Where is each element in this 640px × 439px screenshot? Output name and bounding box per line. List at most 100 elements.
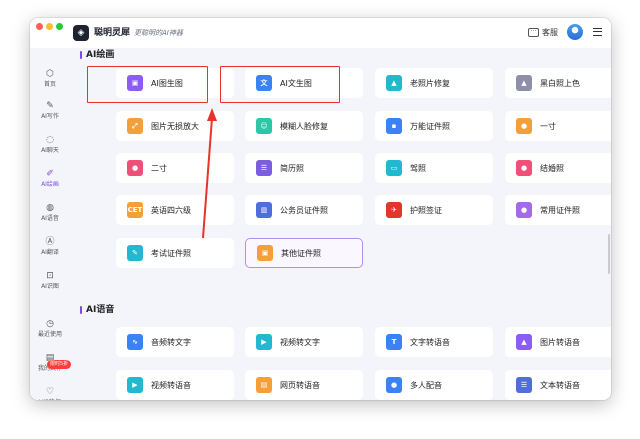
feature-card[interactable]: CET 英语四六级 xyxy=(116,195,234,225)
feature-card[interactable]: ⤢ 图片无损放大 xyxy=(116,111,234,141)
sidebar-item-icon: ✐ xyxy=(46,169,54,179)
feature-icon: ▶ xyxy=(127,377,143,393)
feature-icon: ▭ xyxy=(386,160,402,176)
feature-label: 模糊人脸修复 xyxy=(280,121,328,131)
feature-card[interactable]: ☰ 文本转语音 xyxy=(505,370,611,400)
feature-label: 结婚照 xyxy=(540,163,564,173)
feature-card[interactable]: ▤ 网页转语音 xyxy=(245,370,363,400)
feature-icon: T xyxy=(386,334,402,350)
feature-card[interactable]: ● 常用证件照 xyxy=(505,195,611,225)
feature-label: 多人配音 xyxy=(410,380,442,390)
feature-icon: ▶ xyxy=(256,334,272,350)
feature-icon: ● xyxy=(386,377,402,393)
feature-card[interactable]: ✎ 考试证件照 xyxy=(116,238,234,268)
menu-icon[interactable] xyxy=(593,28,602,36)
sidebar-item-label: 首页 xyxy=(43,81,56,88)
sidebar-item-label: AI翻译 xyxy=(41,249,59,256)
sidebar-item-icon: ◌ xyxy=(46,135,54,145)
feature-label: 公务员证件照 xyxy=(280,205,328,215)
feature-icon: ● xyxy=(516,118,532,134)
feature-card[interactable]: ▪ 万能证件照 xyxy=(375,111,493,141)
feature-card[interactable]: ✈ 护照签证 xyxy=(375,195,493,225)
annotation-box-ai-text2img xyxy=(220,66,340,103)
sidebar-item-0[interactable]: ⬡ 首页 xyxy=(32,68,68,98)
chat-bubble-icon: ··· xyxy=(528,27,539,37)
feature-card[interactable]: ▶ 视频转文字 xyxy=(245,327,363,357)
sidebar-item-icon: ◷ xyxy=(46,319,54,329)
sidebar-item-5[interactable]: Ⓐ AI翻译 xyxy=(32,236,68,266)
feature-icon: ▲ xyxy=(516,75,532,91)
feature-label: 老照片修复 xyxy=(410,78,450,88)
feature-card[interactable]: ▲ 图片转语音 xyxy=(505,327,611,357)
feature-label: 视频转语音 xyxy=(151,380,191,390)
app-slogan: 更聪明的AI神器 xyxy=(134,29,183,37)
sidebar-item-label: AI写作 xyxy=(41,113,59,120)
sidebar-item-label: 最近使用 xyxy=(37,331,62,338)
close-window-button[interactable] xyxy=(36,23,43,30)
feature-card[interactable]: ● 多人配音 xyxy=(375,370,493,400)
customer-service-label: 客服 xyxy=(542,27,558,37)
sidebar-item-4[interactable]: ◍ AI语音 xyxy=(32,202,68,232)
sidebar-item-label: AI语音 xyxy=(41,215,59,222)
titlebar: ◈ 聪明灵犀 更聪明的AI神器 ··· 客服 xyxy=(30,18,611,48)
sidebar-item-label: AI识图 xyxy=(41,283,59,290)
feature-card[interactable]: ☰ 简历照 xyxy=(245,153,363,183)
sidebar-item-2[interactable]: ◌ AI聊天 xyxy=(32,134,68,164)
feature-card[interactable]: ▣ 其他证件照 xyxy=(245,238,363,268)
feature-label: 一寸 xyxy=(540,121,556,131)
feature-icon: ▥ xyxy=(256,202,272,218)
feature-card[interactable]: ▶ 视频转语音 xyxy=(116,370,234,400)
sidebar-item-label: AI聊天 xyxy=(41,147,59,154)
feature-card[interactable]: ● 二寸 xyxy=(116,153,234,183)
feature-label: 音频转文字 xyxy=(151,337,191,347)
sidebar-item-6[interactable]: ⊡ AI识图 xyxy=(32,270,68,300)
feature-card[interactable]: ▭ 驾照 xyxy=(375,153,493,183)
avatar[interactable] xyxy=(567,24,583,40)
feature-label: 简历照 xyxy=(280,163,304,173)
sidebar-item-3[interactable]: ✐ AI绘画 xyxy=(32,168,68,198)
feature-card[interactable]: ▥ 公务员证件照 xyxy=(245,195,363,225)
feature-card[interactable]: T 文字转语音 xyxy=(375,327,493,357)
feature-card[interactable]: ☺ 模糊人脸修复 xyxy=(245,111,363,141)
feature-icon: ☺ xyxy=(256,118,272,134)
feature-label: 护照签证 xyxy=(410,205,442,215)
feature-icon: ▤ xyxy=(256,377,272,393)
customer-service-button[interactable]: ··· 客服 xyxy=(528,24,558,40)
feature-icon: ✎ xyxy=(127,245,143,261)
feature-label: 英语四六级 xyxy=(151,205,191,215)
section-title: AI语音 xyxy=(79,305,115,315)
feature-icon: ▣ xyxy=(257,245,273,261)
feature-icon: ☰ xyxy=(256,160,272,176)
feature-icon: ● xyxy=(127,160,143,176)
sidebar-item-9[interactable]: ♡VIP特权 xyxy=(32,386,68,400)
feature-label: 图片转语音 xyxy=(540,337,580,347)
feature-card[interactable]: ● 一寸 xyxy=(505,111,611,141)
feature-label: 考试证件照 xyxy=(151,248,191,258)
feature-icon: CET xyxy=(127,202,143,218)
feature-label: 其他证件照 xyxy=(281,248,321,258)
feature-label: 文字转语音 xyxy=(410,337,450,347)
feature-icon: ● xyxy=(516,160,532,176)
sidebar-item-label: VIP特权 xyxy=(32,398,68,400)
feature-label: 万能证件照 xyxy=(410,121,450,131)
feature-icon: ● xyxy=(516,202,532,218)
minimize-window-button[interactable] xyxy=(46,23,53,30)
sidebar-item-1[interactable]: ✎ AI写作 xyxy=(32,100,68,130)
feature-card[interactable]: ▲ 老照片修复 xyxy=(375,68,493,98)
feature-label: 图片无损放大 xyxy=(151,121,199,131)
sidebar-item-icon: ⬡ xyxy=(46,69,54,79)
scrollbar[interactable] xyxy=(608,234,610,274)
maximize-window-button[interactable] xyxy=(56,23,63,30)
sidebar-item-label: AI绘画 xyxy=(41,181,59,188)
feature-icon: ☰ xyxy=(516,377,532,393)
feature-card[interactable]: ▲ 黑白照上色 xyxy=(505,68,611,98)
feature-card[interactable]: ∿ 音频转文字 xyxy=(116,327,234,357)
feature-icon: ▲ xyxy=(516,334,532,350)
sidebar: ⬡首页✎AI写作◌AI聊天✐AI绘画◍AI语音ⒶAI翻译⊡AI识图◷最近使用▤我… xyxy=(30,48,70,400)
feature-icon: ⤢ xyxy=(127,118,143,134)
feature-label: 网页转语音 xyxy=(280,380,320,390)
feature-label: 文本转语音 xyxy=(540,380,580,390)
feature-icon: ▲ xyxy=(386,75,402,91)
sidebar-item-7[interactable]: ◷ 最近使用 xyxy=(32,318,68,348)
feature-card[interactable]: ● 结婚照 xyxy=(505,153,611,183)
